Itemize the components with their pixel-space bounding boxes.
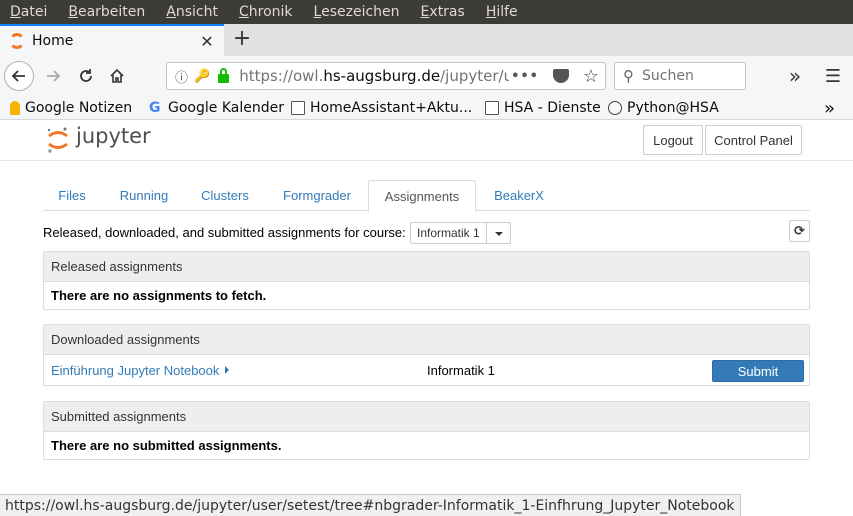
- assignment-course: Informatik 1: [427, 363, 495, 378]
- google-icon: G: [149, 100, 161, 116]
- keep-icon: [10, 101, 20, 115]
- downloaded-assignments-panel: Downloaded assignments Einführung Jupyte…: [43, 324, 810, 386]
- assignment-link[interactable]: Einführung Jupyter Notebook: [51, 363, 219, 378]
- tab-clusters[interactable]: Clusters: [189, 180, 261, 211]
- bookmark-google-notizen[interactable]: Google Notizen: [10, 98, 132, 118]
- menu-hilfe[interactable]: Hilfe: [486, 4, 518, 20]
- tab-title: Home: [32, 33, 74, 49]
- control-panel-button[interactable]: Control Panel: [705, 125, 802, 155]
- reload-icon: [80, 69, 92, 82]
- close-tab-icon[interactable]: ✕: [196, 32, 218, 51]
- page-actions-icon[interactable]: •••: [511, 69, 539, 84]
- navigation-toolbar: ⓘ 🔑 https://owl.hs-augsburg.de/jupyter/u…: [0, 56, 853, 96]
- course-select[interactable]: Informatik 1: [410, 222, 511, 244]
- search-bar[interactable]: ⚲ Suchen: [614, 62, 746, 90]
- logout-button[interactable]: Logout: [643, 125, 703, 155]
- released-empty-message: There are no assignments to fetch.: [51, 288, 267, 303]
- forward-button[interactable]: [38, 61, 68, 91]
- tab-beakerx[interactable]: BeakerX: [483, 180, 555, 211]
- url-text[interactable]: https://owl.hs-augsburg.de/jupyter/u: [239, 67, 509, 85]
- tab-strip: Home ✕ +: [0, 24, 853, 56]
- tab-running[interactable]: Running: [109, 180, 179, 211]
- menubar: Datei Bearbeiten Ansicht Chronik Lesezei…: [0, 0, 853, 24]
- bookmark-hsa-dienste[interactable]: HSA - Dienste: [485, 98, 601, 118]
- refresh-icon: ⟳: [794, 223, 805, 239]
- menu-bearbeiten[interactable]: Bearbeiten: [68, 4, 145, 20]
- jupyter-tabs: Files Running Clusters Formgrader Assign…: [43, 180, 810, 212]
- caret-right-icon[interactable]: [225, 366, 229, 374]
- menu-datei[interactable]: Datei: [10, 4, 47, 20]
- course-select-value: Informatik 1: [411, 223, 487, 243]
- status-bar-url: https://owl.hs-augsburg.de/jupyter/user/…: [0, 494, 741, 516]
- globe-icon: [608, 101, 622, 115]
- lock-icon[interactable]: [218, 67, 230, 83]
- jupyter-logo-icon[interactable]: [46, 126, 70, 154]
- folder-icon: [291, 101, 305, 115]
- released-heading: Released assignments: [44, 252, 809, 282]
- pocket-icon[interactable]: [553, 69, 569, 83]
- bookmark-homeassistant[interactable]: HomeAssistant+Aktu...: [291, 98, 472, 118]
- bookmarks-overflow-icon[interactable]: »: [824, 98, 835, 119]
- chevron-down-icon[interactable]: [487, 223, 510, 243]
- jupyter-logo-text[interactable]: jupyter: [76, 124, 151, 148]
- overflow-chevron-icon[interactable]: »: [780, 61, 810, 91]
- info-icon[interactable]: ⓘ: [175, 67, 188, 86]
- new-tab-button[interactable]: +: [229, 26, 255, 54]
- back-arrow-icon: [11, 70, 25, 82]
- submitted-assignments-panel: Submitted assignments There are no submi…: [43, 401, 810, 460]
- tab-assignments[interactable]: Assignments: [368, 180, 476, 212]
- home-icon: [110, 68, 124, 83]
- search-icon: ⚲: [623, 67, 634, 85]
- hamburger-menu-icon[interactable]: ☰: [818, 61, 848, 91]
- bookmarks-bar: Google Notizen G Google Kalender HomeAss…: [0, 96, 853, 120]
- folder-icon: [485, 101, 499, 115]
- jupyter-favicon-icon: [9, 33, 25, 49]
- submit-button[interactable]: Submit: [712, 360, 804, 382]
- menu-ansicht[interactable]: Ansicht: [166, 4, 218, 20]
- browser-tab-home[interactable]: Home ✕: [0, 24, 224, 56]
- course-label: Released, downloaded, and submitted assi…: [43, 225, 406, 240]
- list-item: Einführung Jupyter Notebook Informatik 1…: [44, 355, 809, 385]
- released-assignments-panel: Released assignments There are no assign…: [43, 251, 810, 310]
- refresh-button[interactable]: ⟳: [789, 220, 810, 242]
- header-divider: [0, 160, 853, 161]
- menu-extras[interactable]: Extras: [421, 4, 465, 20]
- back-button[interactable]: [4, 61, 34, 91]
- menu-chronik[interactable]: Chronik: [239, 4, 293, 20]
- menu-lesezeichen[interactable]: Lesezeichen: [314, 4, 400, 20]
- reload-button[interactable]: [71, 61, 101, 91]
- key-icon[interactable]: 🔑: [194, 69, 210, 84]
- bookmark-star-icon[interactable]: ☆: [583, 66, 599, 87]
- home-button[interactable]: [102, 61, 132, 91]
- tab-files[interactable]: Files: [43, 180, 101, 211]
- submitted-heading: Submitted assignments: [44, 402, 809, 432]
- downloaded-heading: Downloaded assignments: [44, 325, 809, 355]
- bookmark-google-kalender[interactable]: G Google Kalender: [149, 98, 284, 118]
- bookmark-python-hsa[interactable]: Python@HSA: [608, 98, 719, 118]
- submitted-empty-message: There are no submitted assignments.: [51, 438, 282, 453]
- url-bar[interactable]: ⓘ 🔑 https://owl.hs-augsburg.de/jupyter/u…: [166, 62, 606, 90]
- search-placeholder: Suchen: [642, 68, 694, 84]
- tab-formgrader[interactable]: Formgrader: [271, 180, 363, 211]
- forward-arrow-icon: [47, 70, 61, 82]
